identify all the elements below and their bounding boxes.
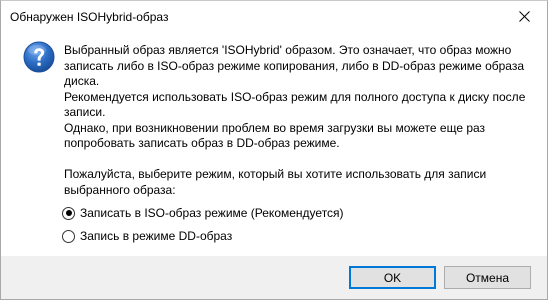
option-iso-label[interactable]: Записать в ISO-образ режиме (Рекомендует… <box>80 206 344 220</box>
cancel-button[interactable]: Отмена <box>444 266 531 289</box>
message-text: Выбранный образ является 'ISOHybrid' обр… <box>64 43 532 198</box>
prompt-line: Пожалуйста, выберите режим, который вы х… <box>64 167 487 181</box>
title-bar: Обнаружен ISOHybrid-образ <box>1 1 547 32</box>
close-button[interactable] <box>501 1 547 32</box>
button-bar: OK Отмена <box>1 256 547 299</box>
window-title: Обнаружен ISOHybrid-образ <box>10 10 169 24</box>
message-line: Рекомендуется использовать ISO-образ реж… <box>64 89 526 104</box>
dialog-window: Обнаружен ISOHybrid-образ Выбранный обра… <box>0 0 548 300</box>
question-icon <box>23 41 55 73</box>
option-dd-label[interactable]: Запись в режиме DD-образ <box>80 229 232 243</box>
message-line: попробовать записать образ в DD-образ ре… <box>64 136 340 150</box>
radio-dd-mode[interactable] <box>62 229 75 243</box>
message-line: записи. <box>64 105 106 119</box>
message-line: записать либо в ISO-образ режиме копиров… <box>64 58 525 73</box>
option-dd-mode[interactable]: Запись в режиме DD-образ <box>62 229 232 243</box>
radio-iso-mode[interactable] <box>62 206 75 220</box>
message-line: Однако, при возникновении проблем во вре… <box>64 120 486 135</box>
option-iso-mode[interactable]: Записать в ISO-образ режиме (Рекомендует… <box>62 206 344 220</box>
message-line: диска. <box>64 74 100 88</box>
prompt-line: выбранного образа: <box>64 182 176 197</box>
message-line: Выбранный образ является 'ISOHybrid' обр… <box>64 43 512 57</box>
close-icon <box>518 11 530 22</box>
ok-button[interactable]: OK <box>349 266 436 289</box>
